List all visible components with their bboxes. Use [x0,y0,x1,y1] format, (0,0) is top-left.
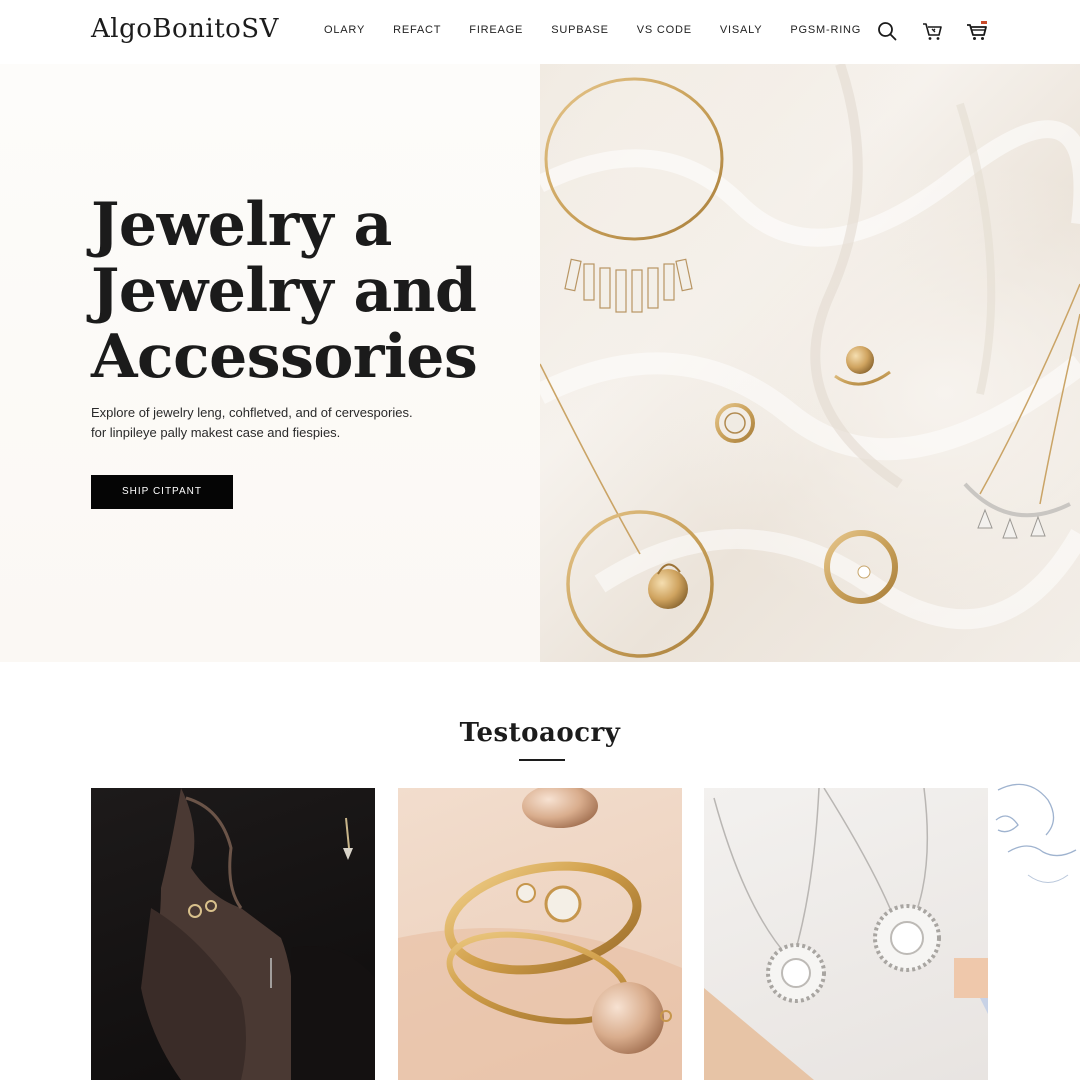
nav-item-3[interactable]: FIREAGE [469,24,523,36]
hero-cta-button[interactable]: SHIP CITPANT [91,475,233,509]
hero-title-line-2: Jewelry and [91,256,477,326]
hero-title-line-3: Accessories [91,322,478,392]
nav-item-4[interactable]: SUPBASE [551,24,609,36]
card-image-model [141,788,375,1080]
nav-item-1[interactable]: OLARY [324,24,365,36]
product-card-1[interactable] [91,788,375,1080]
site-logo[interactable]: AlgoBonitoSV [91,14,279,44]
product-card-2[interactable] [398,788,682,1080]
section-title: Testoaocry [459,718,621,748]
hero-description: Explore of jewelry leng, cohfletved, and… [91,403,451,443]
hero-title-line-1: Jewelry a [91,190,392,260]
site-header: AlgoBonitoSV OLARY REFACT FIREAGE SUPBAS… [0,0,1080,62]
search-icon[interactable] [876,20,898,42]
card-image-bangles [398,788,682,1080]
hero-desc-line-2: for linpileye pally makest case and fies… [91,425,341,440]
nav-item-7[interactable]: PGSM-RING [790,24,861,36]
wishlist-cart-icon[interactable] [921,20,943,42]
decorative-script [995,783,1077,883]
nav-item-6[interactable]: VISALY [720,24,763,36]
nav-item-2[interactable]: REFACT [393,24,441,36]
product-card-3[interactable] [704,788,988,1080]
hero-jewelry-illustration [540,64,1080,658]
hero-desc-line-1: Explore of jewelry leng, cohfletved, and… [91,405,413,420]
card-image-necklaces [704,788,988,1080]
hero-title: Jewelry a Jewelry and Accessories [91,192,531,390]
main-nav: OLARY REFACT FIREAGE SUPBASE VS CODE VIS… [324,24,861,36]
nav-item-5[interactable]: VS CODE [637,24,692,36]
hero-jewelry-image [540,64,1080,662]
section-title-underline [519,759,565,761]
shopping-cart-icon[interactable] [966,20,988,42]
